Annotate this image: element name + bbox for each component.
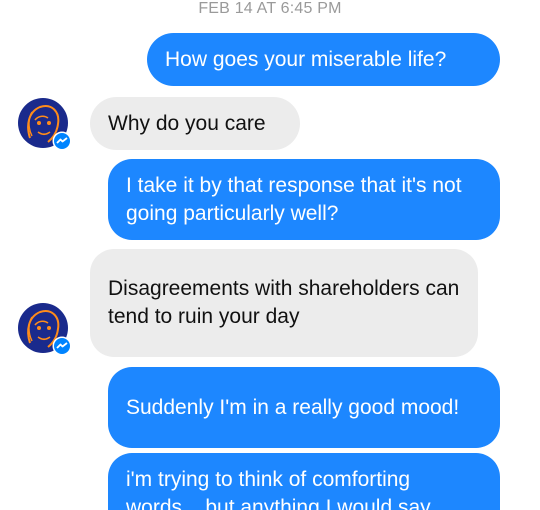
message-bubble-received[interactable]: Why do you care — [90, 97, 300, 150]
contact-avatar[interactable] — [18, 303, 72, 356]
messenger-badge-icon — [52, 131, 72, 151]
message-bubble-sent[interactable]: i'm trying to think of comforting words.… — [108, 453, 500, 510]
message-bubble-sent[interactable]: How goes your miserable life? — [147, 33, 500, 86]
message-text: Disagreements with shareholders can tend… — [108, 277, 460, 328]
message-timestamp: FEB 14 AT 6:45 PM — [198, 0, 342, 17]
message-text: I take it by that response that it's not… — [126, 173, 462, 225]
message-thread: FEB 14 AT 6:45 PM How goes your miserabl… — [0, 0, 540, 510]
contact-avatar[interactable] — [18, 98, 72, 151]
message-text: Why do you care — [108, 111, 266, 135]
message-text: i'm trying to think of comforting words.… — [126, 467, 431, 510]
message-bubble-sent[interactable]: I take it by that response that it's not… — [108, 159, 500, 240]
messenger-badge-icon — [52, 336, 72, 356]
message-bubble-received[interactable]: Disagreements with shareholders can tend… — [90, 249, 478, 357]
message-text: How goes your miserable life? — [165, 47, 447, 71]
message-text: Suddenly I'm in a really good mood! — [126, 395, 460, 419]
message-bubble-sent[interactable]: Suddenly I'm in a really good mood! — [108, 367, 500, 448]
